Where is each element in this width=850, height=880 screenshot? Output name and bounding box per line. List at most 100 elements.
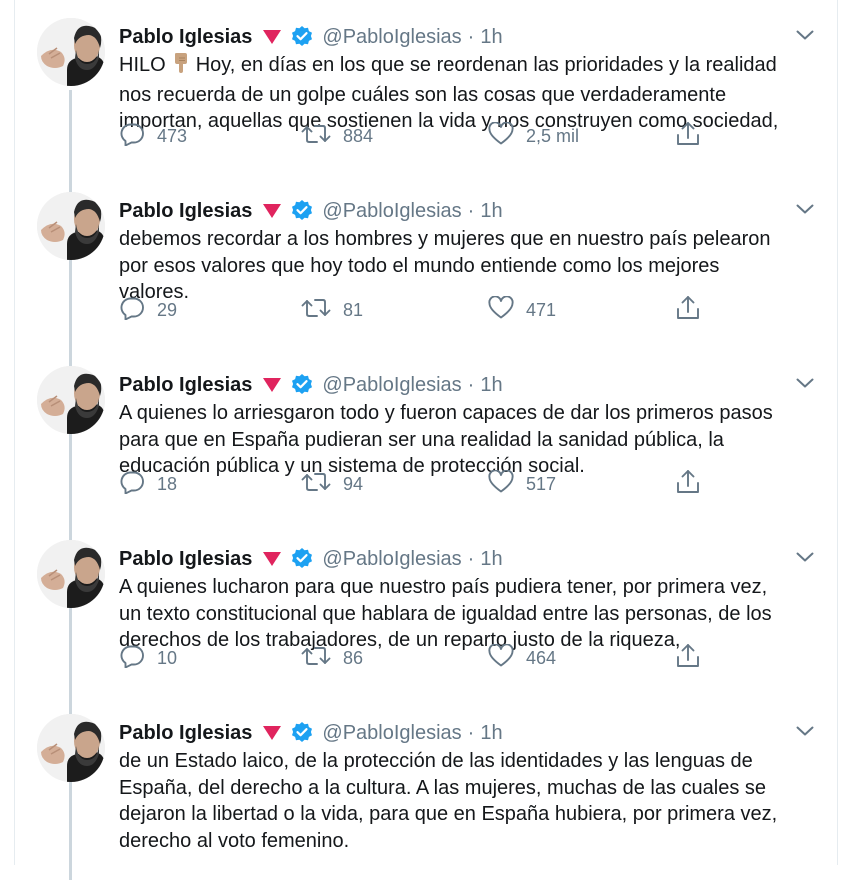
share-icon — [676, 469, 700, 500]
share-button[interactable] — [676, 295, 700, 325]
tweet-text-line: para que en España pudieran ser una real… — [119, 428, 724, 451]
tweet-text: A quienes lo arriesgaron todo y fueron c… — [119, 400, 824, 480]
retweet-count: 94 — [343, 473, 364, 494]
like-count: 517 — [526, 473, 557, 494]
tweet-header: Pablo Iglesias @PabloIglesias · 1h — [119, 24, 503, 50]
tweet-timestamp[interactable]: 1h — [480, 200, 502, 223]
share-button[interactable] — [676, 643, 700, 673]
retweet-button[interactable]: 81 — [301, 295, 363, 325]
retweet-button[interactable]: 94 — [301, 469, 363, 499]
tweet-timestamp[interactable]: 1h — [480, 548, 502, 571]
retweet-button[interactable]: 884 — [301, 121, 373, 151]
thread-label: HILO — [119, 54, 166, 76]
like-button[interactable]: 471 — [488, 294, 556, 325]
author-name[interactable]: Pablo Iglesias — [119, 200, 252, 223]
verified-badge-icon — [290, 373, 314, 397]
tweet-header: Pablo Iglesias @PabloIglesias · 1h — [119, 546, 503, 572]
author-name[interactable]: Pablo Iglesias — [119, 26, 252, 49]
tweet-text-line: de un Estado laico, de la protección de … — [119, 750, 753, 772]
rose-icon — [262, 203, 282, 219]
like-count: 464 — [526, 647, 557, 668]
tweet-actions: 10 86 464 — [0, 642, 850, 673]
tweet-actions: 29 81 471 — [0, 294, 850, 325]
avatar[interactable] — [37, 192, 105, 260]
tweet[interactable]: Pablo Iglesias @PabloIglesias · 1h de un… — [0, 696, 850, 870]
rose-icon — [262, 29, 282, 45]
like-button[interactable]: 2,5 mil — [488, 120, 579, 151]
avatar[interactable] — [37, 714, 105, 782]
author-handle[interactable]: @PabloIglesias — [322, 200, 461, 223]
heart-icon — [488, 468, 514, 499]
separator-dot: · — [467, 721, 475, 744]
avatar[interactable] — [37, 18, 105, 86]
tweet-text-line: España, del derecho a la cultura. A las … — [119, 776, 767, 799]
chevron-down-icon[interactable] — [794, 200, 816, 218]
retweet-icon — [301, 470, 331, 499]
retweet-icon — [301, 296, 331, 325]
share-icon — [676, 121, 700, 152]
verified-badge-icon — [290, 199, 314, 223]
reply-icon — [119, 470, 145, 499]
like-button[interactable]: 517 — [488, 468, 557, 499]
tweet-text-line: un texto constitucional que hablara de i… — [119, 602, 772, 625]
like-button[interactable]: 464 — [488, 642, 557, 673]
rose-icon — [262, 551, 282, 567]
retweet-icon — [301, 644, 331, 673]
author-handle[interactable]: @PabloIglesias — [322, 548, 461, 571]
author-name[interactable]: Pablo Iglesias — [119, 548, 252, 571]
reply-button[interactable]: 473 — [119, 121, 187, 151]
pointing-down-hand-icon — [170, 52, 192, 82]
share-button[interactable] — [676, 469, 700, 499]
tweet-text-line: A quienes lucharon para que nuestro país… — [119, 576, 768, 598]
verified-badge-icon — [290, 547, 314, 571]
avatar[interactable] — [37, 366, 105, 434]
retweet-icon — [301, 122, 331, 151]
separator-dot: · — [467, 25, 475, 48]
retweet-button[interactable]: 86 — [301, 643, 363, 673]
author-handle[interactable]: @PabloIglesias — [322, 722, 461, 745]
verified-badge-icon — [290, 721, 314, 745]
tweet-text-segment: Hoy, en días en los que se reordenan las… — [195, 54, 777, 76]
tweet-text-line: debemos recordar a los hombres y mujeres… — [119, 228, 771, 250]
retweet-count: 884 — [343, 125, 374, 146]
tweet[interactable]: Pablo Iglesias @PabloIglesias · 1h HILO H… — [0, 0, 850, 174]
share-button[interactable] — [676, 121, 700, 151]
author-handle[interactable]: @PabloIglesias — [322, 26, 461, 49]
tweet[interactable]: Pablo Iglesias @PabloIglesias · 1h A qui… — [0, 348, 850, 522]
tweet[interactable]: Pablo Iglesias @PabloIglesias · 1h A qui… — [0, 522, 850, 696]
tweet-timestamp[interactable]: 1h — [480, 722, 502, 745]
chevron-down-icon[interactable] — [794, 722, 816, 740]
tweet-text: debemos recordar a los hombres y mujeres… — [119, 226, 824, 306]
tweet-text: de un Estado laico, de la protección de … — [119, 748, 824, 854]
share-icon — [676, 295, 700, 326]
chevron-down-icon[interactable] — [794, 374, 816, 392]
separator-dot: · — [467, 199, 475, 222]
author-name[interactable]: Pablo Iglesias — [119, 722, 252, 745]
reply-button[interactable]: 10 — [119, 643, 177, 673]
reply-count: 10 — [157, 647, 178, 668]
tweet-text: A quienes lucharon para que nuestro país… — [119, 574, 824, 654]
reply-button[interactable]: 29 — [119, 295, 177, 325]
reply-count: 29 — [157, 299, 178, 320]
reply-icon — [119, 122, 145, 151]
separator-dot: · — [467, 373, 475, 396]
avatar[interactable] — [37, 540, 105, 608]
heart-icon — [488, 642, 514, 673]
tweet-text-line: A quienes lo arriesgaron todo y fueron c… — [119, 402, 773, 424]
tweet-timestamp[interactable]: 1h — [480, 374, 502, 397]
tweet[interactable]: Pablo Iglesias @PabloIglesias · 1h debem… — [0, 174, 850, 348]
tweet-header: Pablo Iglesias @PabloIglesias · 1h — [119, 372, 503, 398]
rose-icon — [262, 725, 282, 741]
tweet-header: Pablo Iglesias @PabloIglesias · 1h — [119, 720, 503, 746]
author-handle[interactable]: @PabloIglesias — [322, 374, 461, 397]
reply-button[interactable]: 18 — [119, 469, 177, 499]
chevron-down-icon[interactable] — [794, 26, 816, 44]
tweet-header: Pablo Iglesias @PabloIglesias · 1h — [119, 198, 503, 224]
author-name[interactable]: Pablo Iglesias — [119, 374, 252, 397]
tweet-timestamp[interactable]: 1h — [480, 26, 502, 49]
reply-icon — [119, 296, 145, 325]
share-icon — [676, 643, 700, 674]
tweet-text-line: dejaron la libertad o la vida, para que … — [119, 803, 778, 825]
reply-count: 473 — [157, 125, 188, 146]
chevron-down-icon[interactable] — [794, 548, 816, 566]
